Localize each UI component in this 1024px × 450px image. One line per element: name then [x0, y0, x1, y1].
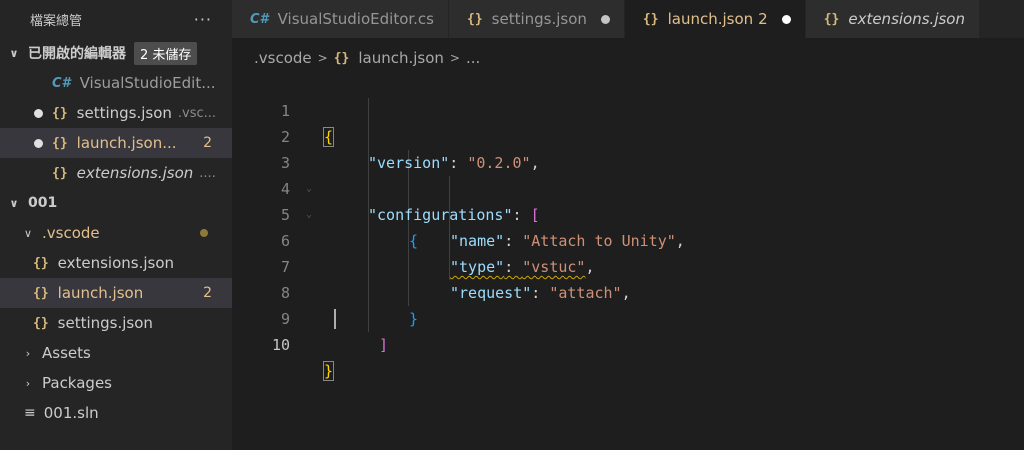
open-editors-label: 已開啟的編輯器 [28, 46, 126, 62]
csharp-file-icon: C# [52, 75, 71, 91]
modified-dot-icon [200, 229, 208, 237]
code-line: 1 { [232, 72, 1024, 147]
file-name: 001.sln [43, 404, 99, 422]
code-line: 9 ] [232, 280, 1024, 354]
breadcrumb-more[interactable]: ... [466, 49, 480, 67]
json-file-icon: {} [33, 315, 49, 331]
tab-label: launch.json [667, 10, 754, 28]
folder-assets[interactable]: › Assets [0, 338, 232, 368]
code-line: 5 "name": "Attach to Unity", [232, 176, 1024, 250]
file-name: launch.json [57, 284, 144, 302]
code-line: 10 } [232, 306, 1024, 381]
unsaved-dot-icon[interactable] [33, 108, 43, 118]
json-file-icon: {} [33, 255, 49, 271]
folder-vscode[interactable]: ∨ .vscode [0, 218, 232, 248]
file-launch-json[interactable]: {} launch.json 2 [0, 278, 232, 308]
json-file-icon: {} [33, 285, 49, 301]
csharp-file-icon: C# [250, 11, 269, 27]
open-editor-item-extensions[interactable]: {} extensions.json .... [0, 158, 232, 188]
open-editors-section[interactable]: ∨ 已開啟的編輯器 2 未儲存 [0, 38, 232, 68]
file-sln[interactable]: ≡ 001.sln [0, 398, 232, 428]
problem-count: 2 [758, 10, 768, 28]
unsaved-badge: 2 未儲存 [134, 41, 198, 65]
chevron-down-icon: ∨ [23, 226, 33, 240]
folder-name: .vscode [42, 224, 100, 242]
breadcrumb-file[interactable]: launch.json [358, 49, 444, 67]
chevron-right-icon: > [317, 51, 328, 65]
tab-label: VisualStudioEditor.cs [277, 10, 434, 28]
json-file-icon: {} [52, 135, 68, 151]
chevron-right-icon: › [25, 376, 31, 390]
solution-file-icon: ≡ [24, 405, 36, 421]
unsaved-dot-icon[interactable] [781, 14, 791, 24]
code-line: 6 "type": "vstuc", [232, 202, 1024, 276]
project-label: 001 [28, 195, 58, 211]
tab-label: extensions.json [848, 10, 965, 28]
tab-visualstudioeditor[interactable]: C# VisualStudioEditor.cs [232, 0, 449, 38]
line-number: 10 [271, 336, 290, 354]
explorer-header: 檔案總管 ··· [0, 0, 232, 38]
json-file-icon: {} [52, 105, 68, 121]
code-line: 8 } [232, 254, 1024, 328]
chevron-right-icon: › [25, 346, 31, 360]
unsaved-dot-icon[interactable] [600, 14, 610, 24]
open-editor-name: VisualStudioEdit... [79, 74, 216, 92]
tab-launch[interactable]: {} launch.json 2 [624, 0, 806, 38]
json-file-icon: {} [333, 50, 350, 66]
chevron-down-icon: ∨ [9, 196, 19, 210]
chevron-down-icon: ∨ [9, 46, 19, 60]
code-line: 3 ⌄ "configurations": [ [232, 124, 1024, 224]
open-editor-desc: .vsc... [177, 105, 217, 121]
json-file-icon: {} [823, 11, 840, 27]
open-editor-name: launch.json... [76, 134, 177, 152]
json-file-icon: {} [52, 165, 68, 181]
file-settings-json[interactable]: {} settings.json [0, 308, 232, 338]
folder-name: Packages [42, 374, 112, 392]
problem-count: 2 [203, 285, 212, 301]
json-file-icon: {} [642, 11, 659, 27]
more-actions-icon[interactable]: ··· [194, 10, 212, 29]
problem-count: 2 [203, 135, 212, 151]
editor-tab-bar: C# VisualStudioEditor.cs {} settings.jso… [232, 0, 1024, 38]
open-editor-name: settings.json [76, 104, 172, 122]
bracket: ] [379, 336, 389, 354]
breadcrumb-folder[interactable]: .vscode [254, 49, 312, 67]
tab-label: settings.json [491, 10, 587, 28]
folder-name: Assets [42, 344, 91, 362]
open-editor-item-visualstudioeditor[interactable]: C# VisualStudioEdit... [0, 68, 232, 98]
explorer-title: 檔案總管 [30, 13, 83, 29]
chevron-right-icon: > [449, 51, 460, 65]
code-line: 2 "version": "0.2.0", [232, 98, 1024, 172]
project-section[interactable]: ∨ 001 [0, 188, 232, 218]
file-name: settings.json [57, 314, 153, 332]
open-editor-item-settings[interactable]: {} settings.json .vsc... [0, 98, 232, 128]
file-extensions-json[interactable]: {} extensions.json [0, 248, 232, 278]
open-editor-item-launch[interactable]: {} launch.json... 2 [0, 128, 232, 158]
code-line: 4 ⌄ { [232, 150, 1024, 250]
json-file-icon: {} [467, 11, 483, 27]
tab-extensions[interactable]: {} extensions.json [805, 0, 980, 38]
code-line: 7 "request": "attach", [232, 228, 1024, 302]
code-editor[interactable]: 1 { 2 "version": "0.2.0", 3 ⌄ "configura… [232, 72, 1024, 450]
breadcrumb: .vscode > {} launch.json > ... [232, 44, 480, 72]
open-editor-desc: .... [199, 165, 216, 181]
unsaved-dot-icon[interactable] [33, 138, 43, 148]
folder-packages[interactable]: › Packages [0, 368, 232, 398]
file-name: extensions.json [57, 254, 175, 272]
explorer-sidebar: 檔案總管 ··· ∨ 已開啟的編輯器 2 未儲存 C# VisualStudio… [0, 0, 232, 450]
text-cursor [334, 309, 336, 329]
brace: } [322, 361, 335, 381]
tab-settings[interactable]: {} settings.json [449, 0, 625, 38]
open-editor-name: extensions.json [76, 164, 194, 182]
